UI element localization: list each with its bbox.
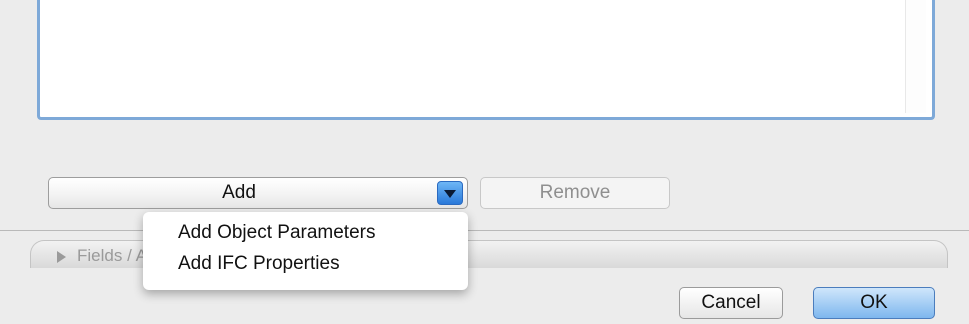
remove-button[interactable]: Remove <box>480 177 670 209</box>
chevron-down-icon[interactable] <box>437 181 463 205</box>
disclosure-triangle-icon[interactable] <box>57 251 66 263</box>
add-dropdown-menu: Add Object Parameters Add IFC Properties <box>143 212 468 290</box>
list-scrollbar[interactable] <box>905 0 926 113</box>
cancel-button[interactable]: Cancel <box>679 287 783 319</box>
add-popup-label: Add <box>222 182 256 203</box>
add-popup-button[interactable]: Add <box>48 177 468 209</box>
ok-button[interactable]: OK <box>813 287 935 319</box>
menu-item-add-object-parameters[interactable]: Add Object Parameters <box>178 222 375 244</box>
menu-item-add-ifc-properties[interactable]: Add IFC Properties <box>178 253 340 275</box>
items-list[interactable] <box>37 0 935 120</box>
